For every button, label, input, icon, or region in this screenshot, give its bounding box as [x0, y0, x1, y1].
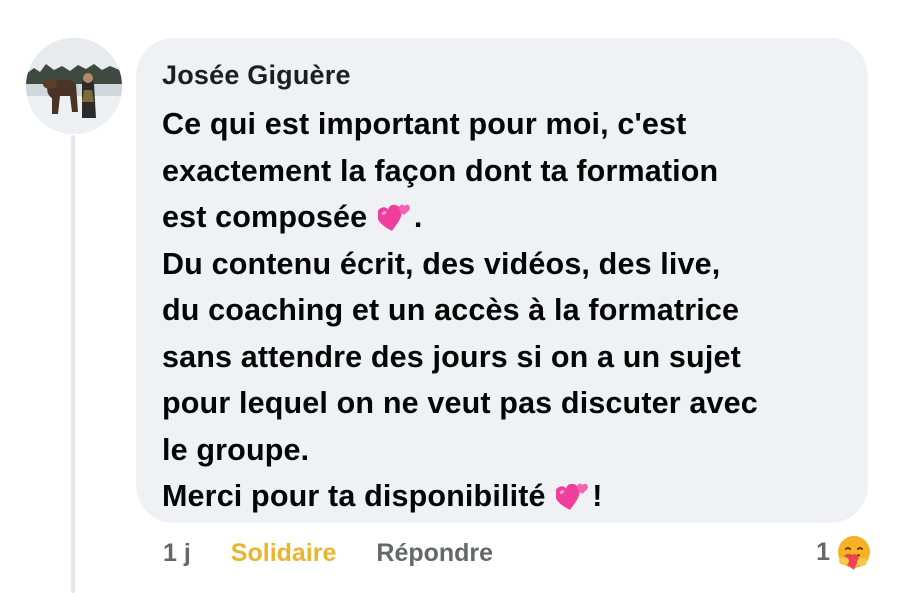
comment-text-part: Ce qui est important pour moi, c'est exa… — [162, 107, 719, 234]
avatar-photo — [26, 38, 122, 134]
comment-text-part: ! — [592, 479, 603, 513]
comment-bubble: Josée Giguère Ce qui est important pour … — [136, 38, 868, 523]
react-button[interactable]: Solidaire — [231, 539, 337, 568]
two-hearts-icon — [555, 479, 590, 510]
avatar[interactable] — [26, 38, 122, 134]
reply-button[interactable]: Répondre — [376, 539, 493, 568]
two-hearts-icon — [376, 200, 412, 231]
reaction-summary[interactable]: 1 — [816, 531, 874, 573]
comment-timestamp[interactable]: 1 j — [163, 539, 191, 568]
care-reaction-icon — [835, 533, 873, 571]
thread-line — [71, 135, 75, 593]
comment-author[interactable]: Josée Giguère — [162, 59, 842, 91]
comment-text-part: . Du contenu écrit, des vidéos, des live… — [162, 200, 758, 513]
reaction-count: 1 — [816, 537, 830, 566]
comment-text: Ce qui est important pour moi, c'est exa… — [162, 101, 842, 520]
comment-actions: 1 j Solidaire Répondre — [163, 535, 493, 571]
